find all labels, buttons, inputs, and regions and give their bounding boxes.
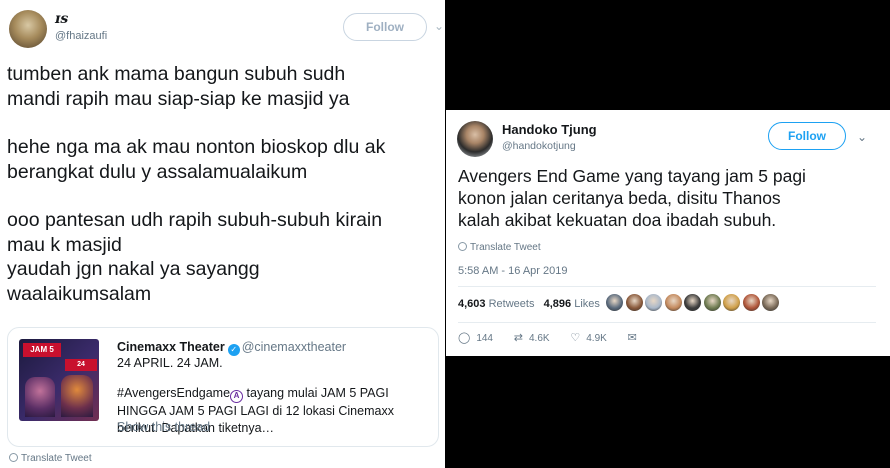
user-handle[interactable]: @fhaizaufi: [55, 30, 107, 42]
poster-figure: [61, 375, 93, 417]
tweet-line: mandi rapih mau siap-siap ke masjid ya: [7, 87, 350, 110]
reply-count: 144: [476, 333, 493, 344]
user-handle[interactable]: @handokotjung: [502, 140, 576, 152]
retweets-stat[interactable]: 4,603 Retweets: [458, 298, 534, 310]
liker-avatar[interactable]: [742, 294, 760, 311]
follow-button[interactable]: Follow: [343, 13, 427, 41]
retweet-button[interactable]: ⇄ 4.6K: [514, 331, 550, 344]
liker-avatar[interactable]: [723, 294, 740, 311]
retweets-label: Retweets: [488, 298, 535, 310]
poster-badge: 24: [65, 359, 97, 371]
translate-tweet-link[interactable]: Translate Tweet: [458, 242, 541, 253]
tweet-line: yaudah jgn nakal ya sayangg: [7, 258, 260, 280]
retweet-icon: ⇄: [513, 332, 523, 344]
direct-message-button[interactable]: ✉: [628, 331, 643, 344]
tweet-line: kalah akibat kekuatan doa ibadah subuh.: [458, 210, 777, 230]
quoted-tweet-image[interactable]: JAM 5 24: [19, 339, 99, 421]
tweet-line: tumben ank mama bangun subuh sudh: [7, 63, 346, 85]
tweet-timestamp[interactable]: 5:58 AM - 16 Apr 2019: [458, 265, 567, 277]
hashtag-link[interactable]: #AvengersEndgame: [117, 386, 230, 400]
retweets-count: 4,603: [458, 298, 486, 310]
avengers-emoji-icon: A: [230, 390, 244, 403]
quoted-author-handle: @cinemaxxtheater: [241, 340, 347, 354]
likes-count: 4,896: [543, 298, 572, 310]
chevron-down-icon[interactable]: ⌄: [857, 130, 867, 144]
quoted-tweet-card[interactable]: JAM 5 24 Cinemaxx Theater ✓ @cinemaxxtheat…: [7, 327, 439, 447]
divider: [458, 322, 876, 323]
show-thread-link[interactable]: Show this thread: [117, 420, 210, 434]
reply-icon: ◯: [458, 332, 471, 344]
follow-button[interactable]: Follow: [768, 122, 846, 150]
quoted-text-line: 24 APRIL. 24 JAM.: [117, 356, 223, 370]
tweet-line: ooo pantesan udh rapih subuh-subuh kirai…: [7, 209, 383, 231]
tweet-line: berangkat dulu y assalamualaikum: [7, 160, 308, 183]
retweet-count: 4.6K: [529, 333, 550, 344]
liker-avatar[interactable]: [625, 294, 643, 311]
engagement-stats: 4,603 Retweets 4,896 Likes: [458, 298, 600, 310]
likes-stat[interactable]: 4,896 Likes: [544, 298, 600, 310]
tweet-text: tumben ank mama bangun subuh sudh mandi …: [7, 62, 445, 306]
tweet-paragraph: tumben ank mama bangun subuh sudh mandi …: [7, 62, 445, 111]
tweet-line: Avengers End Game yang tayang jam 5 pagi: [458, 166, 806, 186]
likes-label: Likes: [574, 298, 600, 310]
liker-avatar[interactable]: [606, 294, 623, 311]
tweet-actions: ◯ 144 ⇄ 4.6K ♡ 4.9K ✉: [458, 331, 661, 344]
tweet-text: Avengers End Game yang tayang jam 5 pagi…: [458, 165, 883, 231]
poster-badge: JAM 5: [23, 343, 61, 357]
user-avatar[interactable]: [457, 121, 493, 157]
tweet-paragraph: ooo pantesan udh rapih subuh-subuh kirai…: [7, 208, 445, 306]
tweet-line: hehe nga ma ak mau nonton bioskop dlu ak: [7, 136, 386, 158]
liker-avatar[interactable]: [664, 294, 682, 311]
reply-button[interactable]: ◯ 144: [458, 331, 493, 344]
liker-avatars: [606, 294, 782, 312]
tweet-line: konon jalan ceritanya beda, disitu Thano…: [458, 188, 781, 208]
like-count: 4.9K: [586, 333, 607, 344]
tweet-line: waalaikumsalam: [7, 282, 152, 305]
like-button[interactable]: ♡ 4.9K: [570, 331, 606, 344]
quoted-author[interactable]: Cinemaxx Theater ✓ @cinemaxxtheater: [117, 340, 346, 356]
liker-avatar[interactable]: [703, 294, 721, 311]
display-name[interactable]: ɪs: [55, 11, 68, 27]
display-name[interactable]: Handoko Tjung: [502, 122, 597, 137]
verified-badge-icon: ✓: [227, 344, 240, 356]
divider: [458, 286, 876, 287]
translate-tweet-link[interactable]: Translate Tweet: [9, 453, 92, 464]
user-avatar[interactable]: [9, 10, 47, 48]
globe-icon: [458, 242, 467, 251]
tweet-paragraph: hehe nga ma ak mau nonton bioskop dlu ak…: [7, 135, 445, 184]
liker-avatar[interactable]: [684, 294, 701, 311]
left-tweet-panel: ɪs @fhaizaufi Follow ⌄ tumben ank mama b…: [0, 0, 445, 468]
translate-label: Translate Tweet: [21, 453, 92, 464]
right-tweet-panel: Handoko Tjung @handokotjung Follow ⌄ Ave…: [446, 110, 890, 356]
quoted-author-name: Cinemaxx Theater: [117, 340, 225, 354]
chevron-down-icon[interactable]: ⌄: [434, 19, 444, 33]
tweet-line: mau k masjid: [7, 233, 122, 256]
translate-label: Translate Tweet: [470, 242, 541, 253]
envelope-icon: ✉: [627, 332, 637, 344]
poster-figure: [25, 377, 55, 417]
liker-avatar[interactable]: [645, 294, 662, 311]
heart-icon: ♡: [570, 332, 581, 344]
liker-avatar[interactable]: [762, 294, 779, 311]
globe-icon: [9, 453, 18, 462]
